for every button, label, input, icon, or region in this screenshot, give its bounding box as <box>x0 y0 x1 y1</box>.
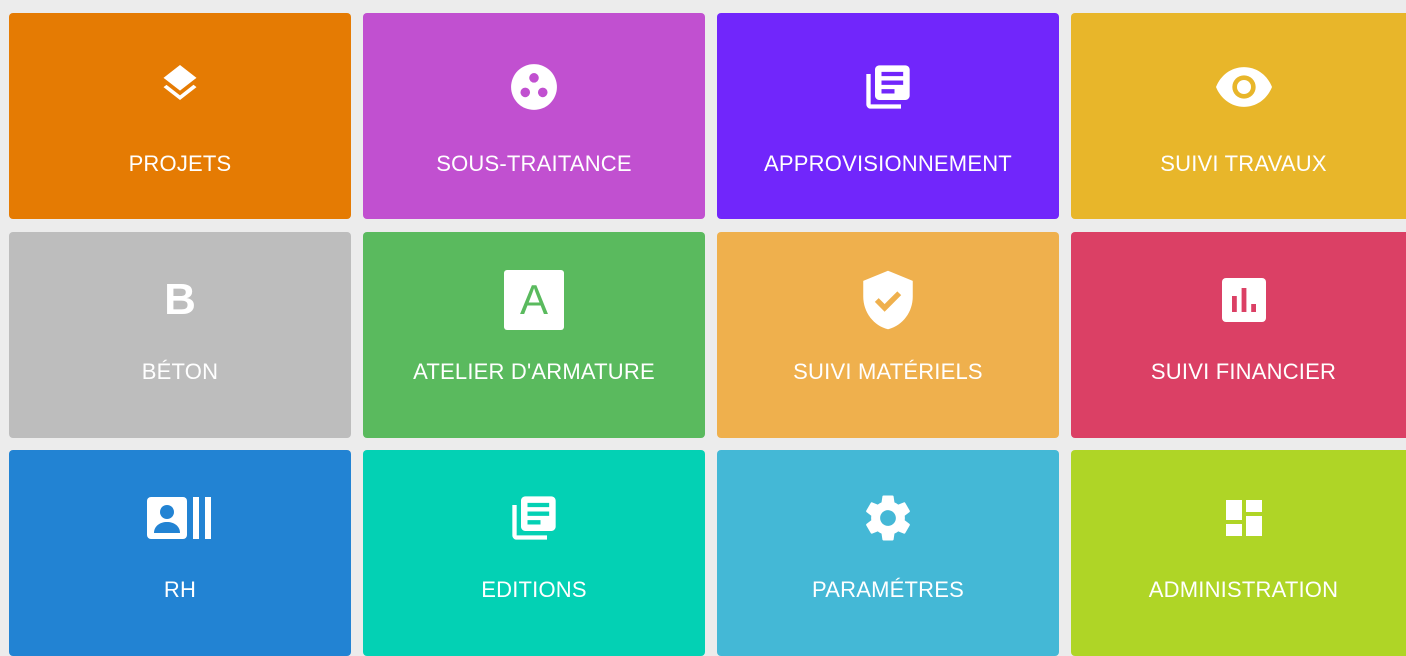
tile-label: ADMINISTRATION <box>1148 577 1339 602</box>
tile-label: ATELIER D'ARMATURE <box>413 359 655 384</box>
contact-card-icon <box>9 488 351 548</box>
library-books-icon <box>717 57 1059 117</box>
tile-rh[interactable]: RH <box>9 450 351 656</box>
letter-b-icon: B <box>9 270 351 330</box>
tile-label: PARAMÉTRES <box>812 577 964 602</box>
tile-label: EDITIONS <box>481 577 587 602</box>
tile-label: PROJETS <box>128 151 232 176</box>
tile-beton[interactable]: B BÉTON <box>9 232 351 438</box>
tile-label: APPROVISIONNEMENT <box>764 151 1012 176</box>
tile-suivi-materiels[interactable]: SUIVI MATÉRIELS <box>717 232 1059 438</box>
bar-chart-box-icon <box>1071 270 1406 330</box>
letter-b-glyph: B <box>164 275 196 324</box>
tile-suivi-financier[interactable]: SUIVI FINANCIER <box>1071 232 1406 438</box>
tile-label: RH <box>163 577 197 602</box>
layers-icon <box>9 57 351 117</box>
tile-label: SUIVI TRAVAUX <box>1160 151 1327 176</box>
tile-administration[interactable]: ADMINISTRATION <box>1071 450 1406 656</box>
three-dots-circle-icon <box>363 57 705 117</box>
tile-editions[interactable]: EDITIONS <box>363 450 705 656</box>
letter-a-box-icon: A <box>363 270 705 330</box>
tile-parametres[interactable]: PARAMÉTRES <box>717 450 1059 656</box>
tile-label: SOUS-TRAITANCE <box>436 151 632 176</box>
letter-a-glyph: A <box>519 276 548 323</box>
tile-suivi-travaux[interactable]: SUIVI TRAVAUX <box>1071 13 1406 219</box>
eye-icon <box>1071 57 1406 117</box>
gear-icon <box>717 488 1059 548</box>
tile-projets[interactable]: PROJETS <box>9 13 351 219</box>
tile-sous-traitance[interactable]: SOUS-TRAITANCE <box>363 13 705 219</box>
tile-atelier-armature[interactable]: A ATELIER D'ARMATURE <box>363 232 705 438</box>
tile-approvisionnement[interactable]: APPROVISIONNEMENT <box>717 13 1059 219</box>
tile-label: BÉTON <box>141 359 219 384</box>
module-grid: PROJETS SOUS-TRAITANCE APPROVISIONNEMENT… <box>0 0 1406 656</box>
library-books-icon <box>363 488 705 548</box>
dashboard-icon <box>1071 488 1406 548</box>
tile-label: SUIVI MATÉRIELS <box>793 359 983 384</box>
shield-check-icon <box>717 270 1059 330</box>
tile-label: SUIVI FINANCIER <box>1150 359 1337 384</box>
